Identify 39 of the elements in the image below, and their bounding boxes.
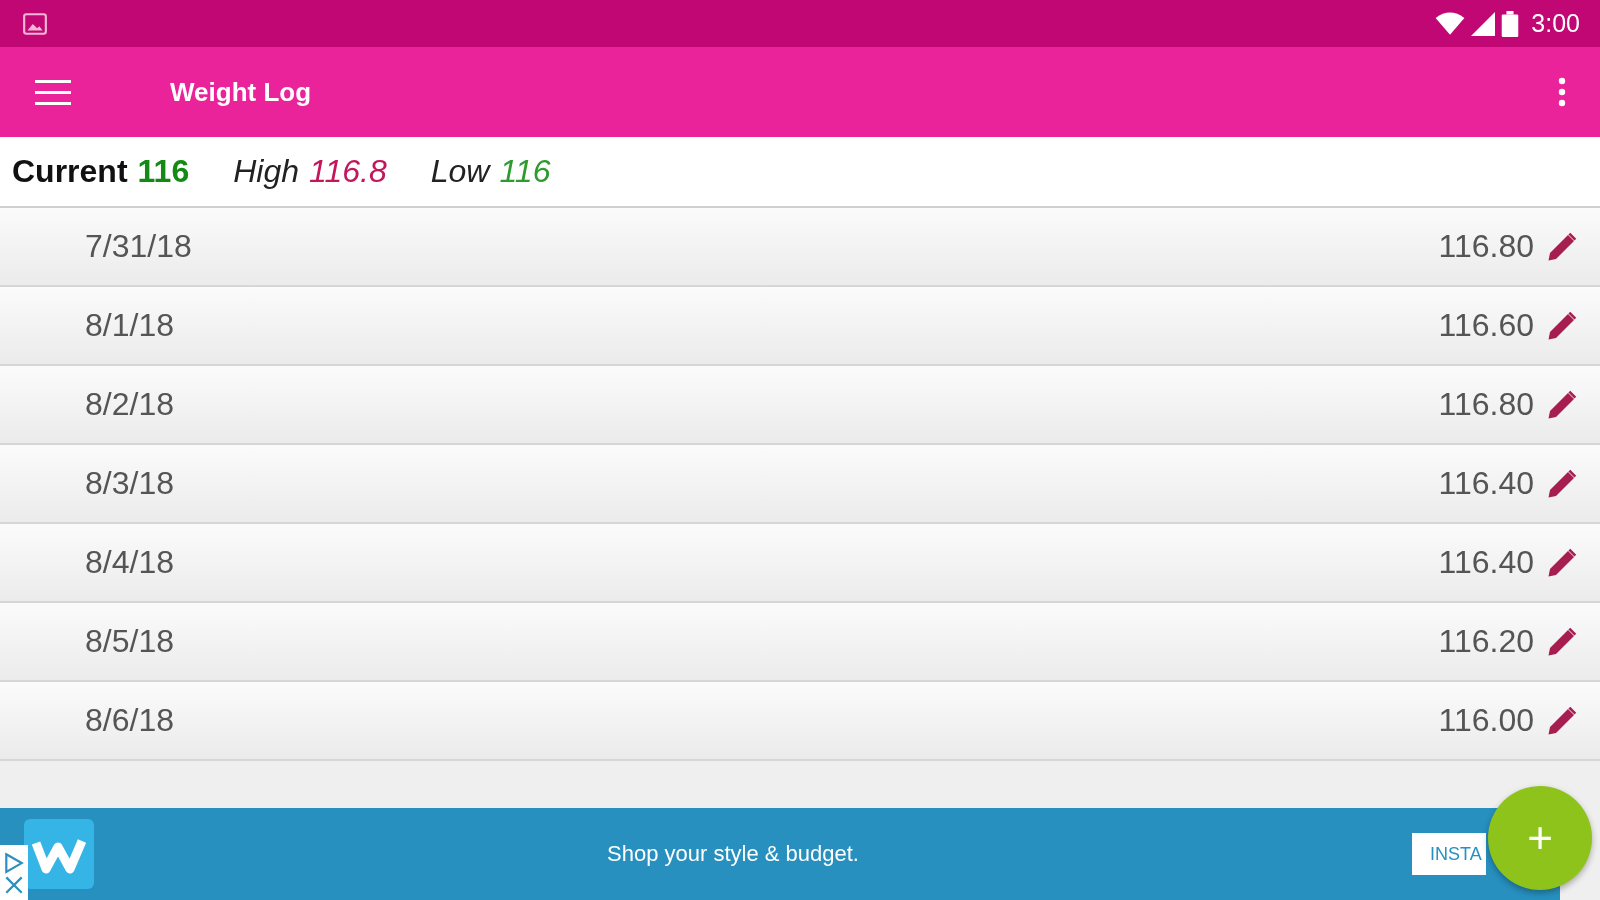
entry-weight: 116.60 xyxy=(1438,307,1534,344)
log-row[interactable]: 8/6/18 116.00 xyxy=(0,682,1600,761)
log-row[interactable]: 8/2/18 116.80 xyxy=(0,366,1600,445)
app-logo-icon xyxy=(24,819,94,889)
entry-weight: 116.40 xyxy=(1438,465,1534,502)
stat-label: Current xyxy=(12,153,128,190)
entry-date: 8/3/18 xyxy=(85,465,175,502)
entry-date: 7/31/18 xyxy=(85,228,193,265)
more-options-icon[interactable] xyxy=(1558,77,1566,107)
log-row[interactable]: 8/4/18 116.40 xyxy=(0,524,1600,603)
entry-weight: 116.40 xyxy=(1438,544,1534,581)
log-row[interactable]: 7/31/18 116.80 xyxy=(0,208,1600,287)
log-row[interactable]: 8/5/18 116.20 xyxy=(0,603,1600,682)
image-icon xyxy=(22,10,48,37)
stat-label: Low xyxy=(430,153,490,190)
entry-date: 8/4/18 xyxy=(85,544,175,581)
stat-value: 116.8 xyxy=(309,153,387,190)
entry-weight: 116.80 xyxy=(1438,386,1534,423)
entry-date: 8/6/18 xyxy=(85,702,175,739)
menu-icon[interactable] xyxy=(35,79,71,105)
stat-label: High xyxy=(233,153,299,190)
log-row[interactable]: 8/1/18 116.60 xyxy=(0,287,1600,366)
entry-date: 8/2/18 xyxy=(85,386,175,423)
stat-value: 116 xyxy=(137,153,190,190)
battery-icon xyxy=(1501,10,1520,37)
ad-text: Shop your style & budget. xyxy=(606,841,860,867)
wifi-icon xyxy=(1435,11,1466,36)
ad-choices-icon[interactable] xyxy=(0,845,28,900)
app-title: Weight Log xyxy=(170,76,313,108)
entry-weight: 116.00 xyxy=(1438,702,1534,739)
stat-value: 116 xyxy=(499,153,551,190)
entry-weight: 116.20 xyxy=(1438,623,1534,660)
entry-weight: 116.80 xyxy=(1438,228,1534,265)
install-button[interactable]: INSTA xyxy=(1412,833,1486,875)
entry-date: 8/5/18 xyxy=(85,623,175,660)
entry-date: 8/1/18 xyxy=(85,307,175,344)
log-row[interactable]: 8/3/18 116.40 xyxy=(0,445,1600,524)
signal-icon xyxy=(1471,11,1496,36)
clock-time: 3:00 xyxy=(1531,9,1580,38)
